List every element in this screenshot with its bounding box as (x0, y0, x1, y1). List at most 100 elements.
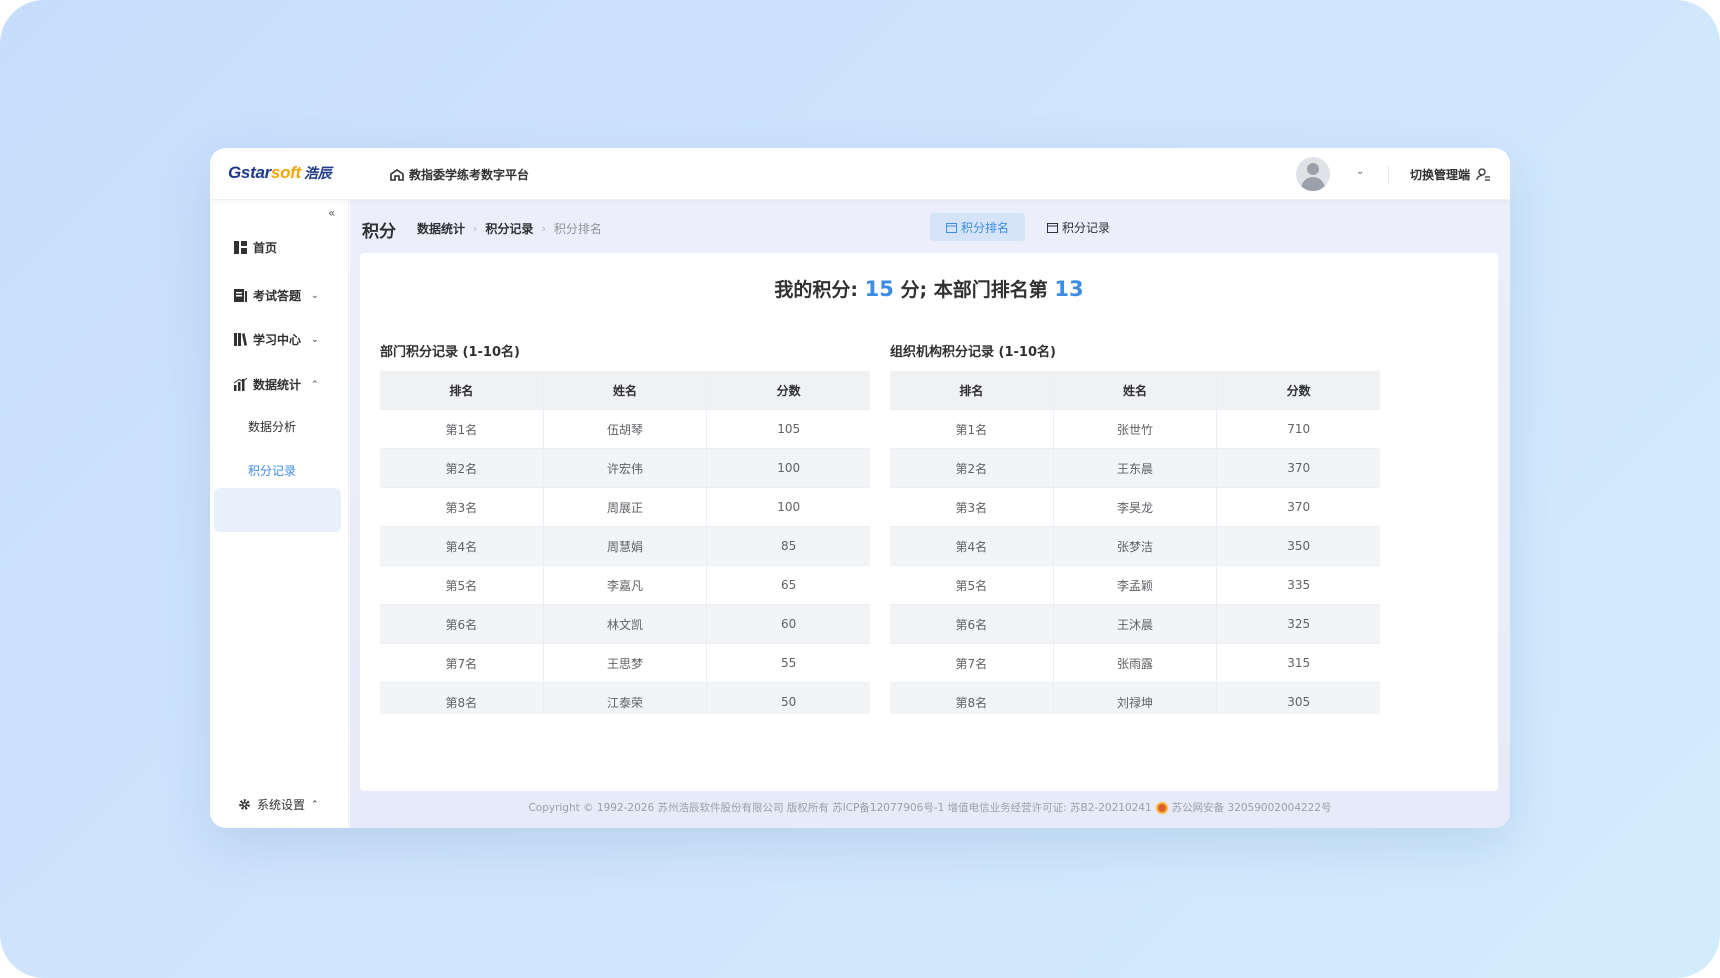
chevron-down-icon: ⌄ (311, 334, 319, 345)
table-row: 第5名 李孟颖 335 (890, 566, 1380, 605)
table-row: 第8名 江泰荣 50 (380, 683, 870, 714)
sidebar-item-statistics[interactable]: 数据统计 ⌃ (234, 376, 319, 393)
table-cell: 第5名 (380, 566, 544, 605)
table-cell: 第1名 (890, 410, 1054, 449)
table-row: 第6名 林文凯 60 (380, 605, 870, 644)
copyright-text: Copyright © 1992-2026 苏州浩辰软件股份有限公司 版权所有 … (528, 802, 1152, 814)
system-settings-button[interactable]: 系统设置 ⌃ (238, 796, 319, 813)
table-cell: 王东晨 (1053, 449, 1218, 488)
table-cell: 305 (1217, 683, 1380, 714)
chevron-down-icon: ⌄ (311, 290, 319, 301)
active-item-highlight (214, 488, 341, 532)
chevron-down-icon[interactable]: ⌄ (1356, 166, 1364, 177)
page-title: 积分 (362, 222, 396, 242)
police-record-link[interactable]: 苏公网安备 32059002004222号 (1172, 800, 1332, 815)
table-cell: 325 (1217, 605, 1380, 644)
table-row: 第7名 张雨露 315 (890, 644, 1380, 683)
table-cell: 林文凯 (543, 605, 708, 644)
table-cell: 85 (707, 527, 870, 566)
police-badge-icon (1155, 801, 1168, 814)
table-row: 第3名 李昊龙 370 (890, 488, 1380, 527)
sidebar-subitem-data-analysis[interactable]: 数据分析 (248, 418, 296, 435)
table-header-row: 排名 姓名 分数 (380, 371, 870, 410)
sidebar-subitem-points-record[interactable]: 积分记录 (248, 462, 296, 479)
table-cell: 第6名 (380, 605, 544, 644)
chevron-right-icon: › (541, 222, 546, 235)
table-cell: 张雨露 (1053, 644, 1218, 683)
sidebar-item-label: 数据统计 (253, 378, 302, 392)
home-icon (390, 168, 404, 181)
sidebar-item-label: 学习中心 (253, 333, 302, 347)
table-cell: 335 (1217, 566, 1380, 605)
top-bar: Gstarsoft 浩辰 教指委学练考数字平台 ⌄ 切换管理端 (210, 148, 1510, 200)
switch-admin-label: 切换管理端 (1410, 168, 1471, 182)
user-switch-icon (1476, 168, 1491, 181)
view-tabs: 积分排名 积分记录 (930, 213, 1126, 241)
switch-admin-button[interactable]: 切换管理端 (1410, 166, 1491, 183)
table-row: 第1名 张世竹 710 (890, 410, 1380, 449)
tab-points-ranking[interactable]: 积分排名 (930, 213, 1026, 241)
sidebar-item-home[interactable]: 首页 (234, 239, 277, 256)
table-cell: 第7名 (380, 644, 544, 683)
table-row: 第2名 许宏伟 100 (380, 449, 870, 488)
table-header-row: 排名 姓名 分数 (890, 371, 1380, 410)
table-cell: 李昊龙 (1053, 488, 1218, 527)
gear-icon (239, 799, 250, 810)
breadcrumb-current: 积分排名 (553, 222, 602, 236)
table-cell: 第3名 (890, 488, 1054, 527)
tab-label: 积分记录 (1062, 220, 1111, 235)
table-row: 第8名 刘禄坤 305 (890, 683, 1380, 714)
table-cell: 张梦洁 (1053, 527, 1218, 566)
sidebar-item-learning[interactable]: 学习中心 ⌄ (234, 331, 319, 348)
table-cell: 60 (707, 605, 870, 644)
my-score-value: 15 (864, 277, 894, 301)
app-window: Gstarsoft 浩辰 教指委学练考数字平台 ⌄ 切换管理端 « 首页 考试答题… (210, 148, 1510, 828)
table-cell: 第8名 (890, 683, 1054, 714)
collapse-sidebar-icon[interactable]: « (328, 206, 335, 220)
table-cell: 第3名 (380, 488, 544, 527)
table-cell: 王沐晨 (1053, 605, 1218, 644)
chevron-right-icon: › (473, 222, 478, 235)
column-header: 分数 (1217, 371, 1380, 410)
table-cell: 李孟颖 (1053, 566, 1218, 605)
table-cell: 第5名 (890, 566, 1054, 605)
table-cell: 50 (707, 683, 870, 714)
column-header: 排名 (380, 371, 544, 410)
table-cell: 100 (707, 488, 870, 527)
table-row: 第6名 王沐晨 325 (890, 605, 1380, 644)
table-cell: 第6名 (890, 605, 1054, 644)
dashboard-icon (234, 241, 247, 254)
sidebar: « 首页 考试答题 ⌄ 学习中心 ⌄ 数据统计 ⌃ 数据分析 积分记录 系统设置… (210, 200, 349, 828)
table-cell: 李嘉凡 (543, 566, 708, 605)
settings-label: 系统设置 (257, 798, 306, 812)
table-cell: 刘禄坤 (1054, 683, 1218, 714)
tab-points-record[interactable]: 积分记录 (1031, 213, 1126, 241)
table-cell: 第4名 (380, 527, 544, 566)
table-cell: 许宏伟 (543, 449, 708, 488)
table-cell: 张世竹 (1053, 410, 1218, 449)
my-score-summary: 我的积分: 15 分; 本部门排名第 13 (360, 275, 1498, 302)
column-header: 姓名 (1053, 371, 1218, 410)
breadcrumb: 数据统计 › 积分记录 › 积分排名 (417, 220, 602, 237)
table-cell: 周慧娟 (543, 527, 708, 566)
table-cell: 周展正 (543, 488, 708, 527)
table-cell: 350 (1217, 527, 1380, 566)
footer: Copyright © 1992-2026 苏州浩辰软件股份有限公司 版权所有 … (350, 800, 1510, 815)
exam-icon (234, 289, 247, 302)
column-header: 分数 (707, 371, 870, 410)
table-row: 第1名 伍胡琴 105 (380, 410, 870, 449)
table-row: 第7名 王思梦 55 (380, 644, 870, 683)
platform-title-text: 教指委学练考数字平台 (409, 168, 530, 182)
platform-title[interactable]: 教指委学练考数字平台 (390, 166, 529, 183)
table-cell: 江泰荣 (544, 683, 708, 714)
sidebar-item-exam[interactable]: 考试答题 ⌄ (234, 287, 319, 304)
calendar-icon (1047, 222, 1059, 233)
column-header: 姓名 (543, 371, 708, 410)
breadcrumb-item[interactable]: 积分记录 (485, 220, 533, 237)
table-cell: 315 (1217, 644, 1380, 683)
gstarsoft-logo[interactable]: Gstarsoft 浩辰 (228, 163, 332, 183)
breadcrumb-item[interactable]: 数据统计 (417, 220, 465, 237)
table-cell: 第1名 (380, 410, 544, 449)
calendar-icon (946, 222, 957, 233)
user-avatar[interactable] (1296, 157, 1330, 191)
